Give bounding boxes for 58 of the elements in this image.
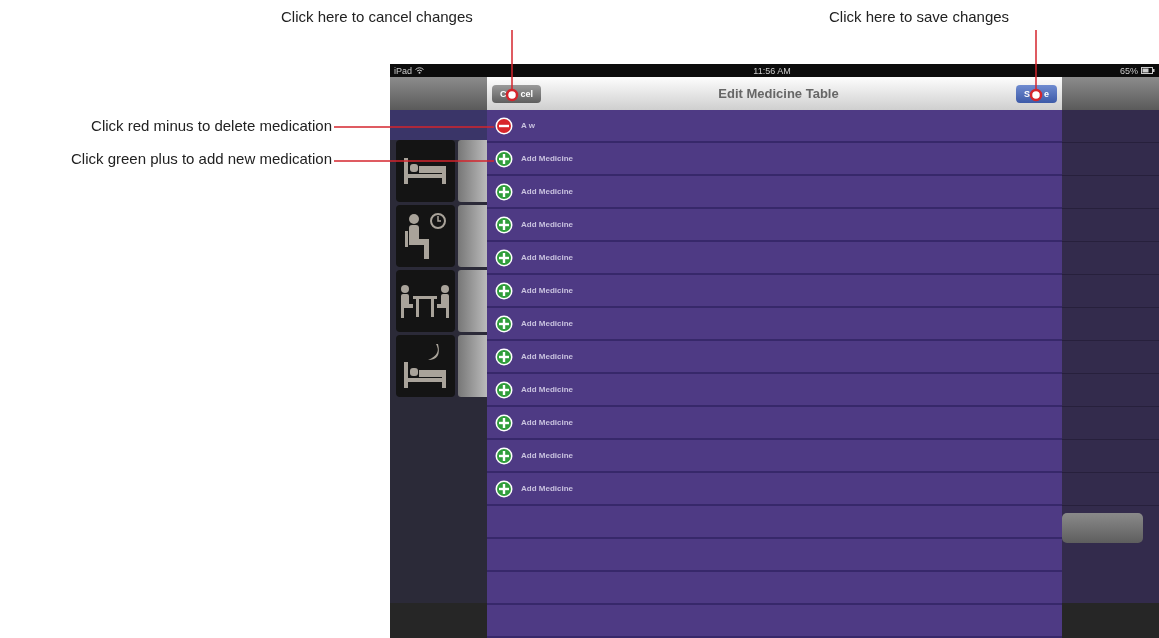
plus-icon[interactable] xyxy=(495,248,513,267)
medicine-row[interactable]: Add Medicine xyxy=(487,407,1062,440)
activity-tile[interactable] xyxy=(396,205,455,267)
medicine-row[interactable]: Add Medicine xyxy=(487,308,1062,341)
plus-icon[interactable] xyxy=(495,347,513,366)
plus-icon[interactable] xyxy=(495,314,513,333)
medicine-label: Add Medicine xyxy=(521,352,573,361)
wifi-icon xyxy=(415,67,424,74)
tile-tab[interactable] xyxy=(457,205,487,267)
tile-tab[interactable] xyxy=(457,335,487,397)
medicine-label: Add Medicine xyxy=(521,484,573,493)
plus-icon[interactable] xyxy=(495,380,513,399)
medicine-label: A w xyxy=(521,121,535,130)
medicine-row[interactable]: Add Medicine xyxy=(487,143,1062,176)
dialog-title: Edit Medicine Table xyxy=(718,86,839,101)
callout-text: Click green plus to add new medication xyxy=(71,150,332,167)
medicine-label: Add Medicine xyxy=(521,385,573,394)
plus-icon[interactable] xyxy=(495,281,513,300)
callout-text: Click red minus to delete medication xyxy=(91,117,332,134)
device-name: iPad xyxy=(394,65,412,76)
tile-tab[interactable] xyxy=(457,270,487,332)
medicine-row[interactable]: Add Medicine xyxy=(487,176,1062,209)
medicine-label: Add Medicine xyxy=(521,451,573,460)
battery-percent: 65% xyxy=(1119,65,1138,76)
callout-text: Click here to cancel changes xyxy=(281,8,473,25)
activity-tile[interactable] xyxy=(396,270,455,332)
medicine-row[interactable]: Add Medicine xyxy=(487,209,1062,242)
medicine-label: Add Medicine xyxy=(521,418,573,427)
battery-icon xyxy=(1141,67,1155,74)
medicine-label: Add Medicine xyxy=(521,154,573,163)
plus-icon[interactable] xyxy=(495,479,513,498)
medicine-label: Add Medicine xyxy=(521,220,573,229)
dining-table-icon xyxy=(399,284,452,318)
medicine-row[interactable]: Add Medicine xyxy=(487,242,1062,275)
plus-icon[interactable] xyxy=(495,446,513,465)
medicine-label: Add Medicine xyxy=(521,286,573,295)
bed-moon-icon xyxy=(402,342,449,390)
medicine-row[interactable]: A w xyxy=(487,110,1062,143)
activity-tile[interactable] xyxy=(396,140,455,202)
bed-icon xyxy=(402,156,449,186)
medicine-row[interactable]: Add Medicine xyxy=(487,374,1062,407)
seated-person-clock-icon xyxy=(402,211,449,261)
plus-icon[interactable] xyxy=(495,215,513,234)
medicine-row[interactable]: Add Medicine xyxy=(487,440,1062,473)
medicine-label: Add Medicine xyxy=(521,253,573,262)
tile-tab[interactable] xyxy=(457,140,487,202)
clock-time: 11:56 AM xyxy=(753,65,791,76)
medicine-row[interactable]: Add Medicine xyxy=(487,473,1062,506)
callout-text: Click here to save changes xyxy=(829,8,1010,25)
medicine-row[interactable]: Add Medicine xyxy=(487,341,1062,374)
medicine-label: Add Medicine xyxy=(521,187,573,196)
plus-icon[interactable] xyxy=(495,149,513,168)
minus-icon[interactable] xyxy=(495,116,513,135)
plus-icon[interactable] xyxy=(495,182,513,201)
medicine-row[interactable]: Add Medicine xyxy=(487,275,1062,308)
plus-icon[interactable] xyxy=(495,413,513,432)
activity-tile[interactable] xyxy=(396,335,455,397)
medicine-label: Add Medicine xyxy=(521,319,573,328)
